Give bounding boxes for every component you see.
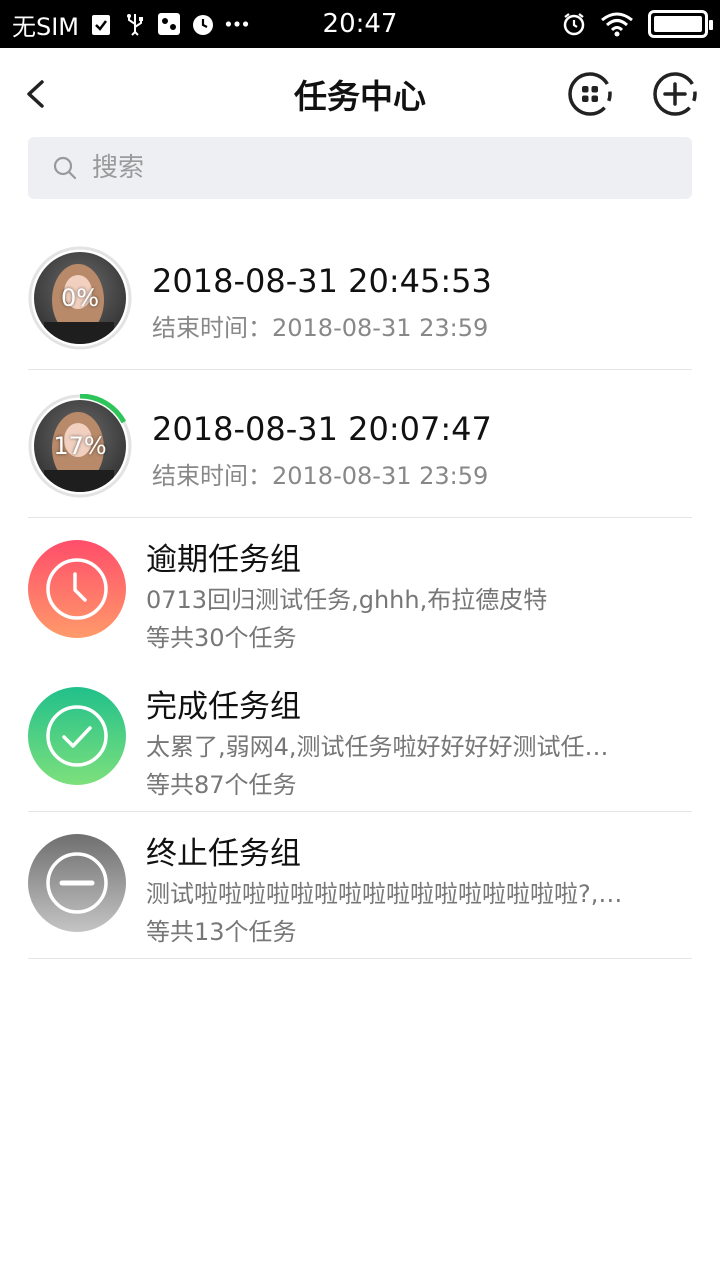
end-time-value: 2018-08-31 23:59	[272, 462, 489, 490]
end-time-label: 结束时间：	[152, 462, 272, 490]
task-start-time: 2018-08-31 20:45:53	[152, 262, 492, 300]
grid-button[interactable]	[566, 70, 614, 118]
search-input[interactable]	[92, 153, 416, 183]
task-row[interactable]: 0% 2018-08-31 20:45:53 结束时间：2018-08-31 2…	[0, 222, 720, 370]
group-description: 测试啦啦啦啦啦啦啦啦啦啦啦啦啦啦啦啦?,…	[146, 880, 623, 908]
check-circle-icon	[28, 687, 126, 785]
plus-circle-icon	[653, 72, 697, 116]
clock-icon	[28, 540, 126, 638]
group-count: 等共87个任务	[146, 771, 297, 799]
group-row-terminated[interactable]: 终止任务组 测试啦啦啦啦啦啦啦啦啦啦啦啦啦啦啦啦?,… 等共13个任务	[0, 812, 720, 959]
group-title: 逾期任务组	[146, 542, 301, 578]
minus-circle-icon	[28, 834, 126, 932]
group-description: 0713回归测试任务,ghhh,布拉德皮特	[146, 586, 548, 614]
progress-percent: 17%	[53, 432, 107, 460]
group-description: 太累了,弱网4,测试任务啦好好好好测试任…	[146, 733, 609, 761]
task-start-time: 2018-08-31 20:07:47	[152, 410, 492, 448]
task-end-time: 结束时间：2018-08-31 23:59	[152, 308, 488, 343]
battery-icon	[648, 10, 713, 38]
add-button[interactable]	[651, 70, 699, 118]
divider	[28, 958, 692, 959]
wifi-icon	[600, 12, 634, 37]
task-end-time: 结束时间：2018-08-31 23:59	[152, 456, 488, 491]
task-progress-avatar: 0%	[28, 246, 132, 350]
group-title: 完成任务组	[146, 689, 301, 725]
grid-icon	[568, 72, 612, 116]
task-progress-avatar: 17%	[28, 394, 132, 498]
search-icon	[53, 156, 77, 180]
alarm-icon	[562, 12, 586, 36]
nav-bar: 任务中心	[0, 48, 720, 138]
end-time-label: 结束时间：	[152, 314, 272, 342]
group-row-completed[interactable]: 完成任务组 太累了,弱网4,测试任务啦好好好好测试任… 等共87个任务	[0, 665, 720, 812]
progress-percent: 0%	[60, 284, 100, 312]
group-count: 等共30个任务	[146, 624, 297, 652]
status-bar: 无SIM 20:47	[0, 0, 720, 48]
end-time-value: 2018-08-31 23:59	[272, 314, 489, 342]
group-count: 等共13个任务	[146, 918, 297, 946]
search-bar[interactable]	[28, 137, 692, 199]
task-row[interactable]: 17% 2018-08-31 20:07:47 结束时间：2018-08-31 …	[0, 370, 720, 518]
group-title: 终止任务组	[146, 836, 301, 872]
group-row-overdue[interactable]: 逾期任务组 0713回归测试任务,ghhh,布拉德皮特 等共30个任务	[0, 518, 720, 665]
task-list: 0% 2018-08-31 20:45:53 结束时间：2018-08-31 2…	[0, 222, 720, 959]
